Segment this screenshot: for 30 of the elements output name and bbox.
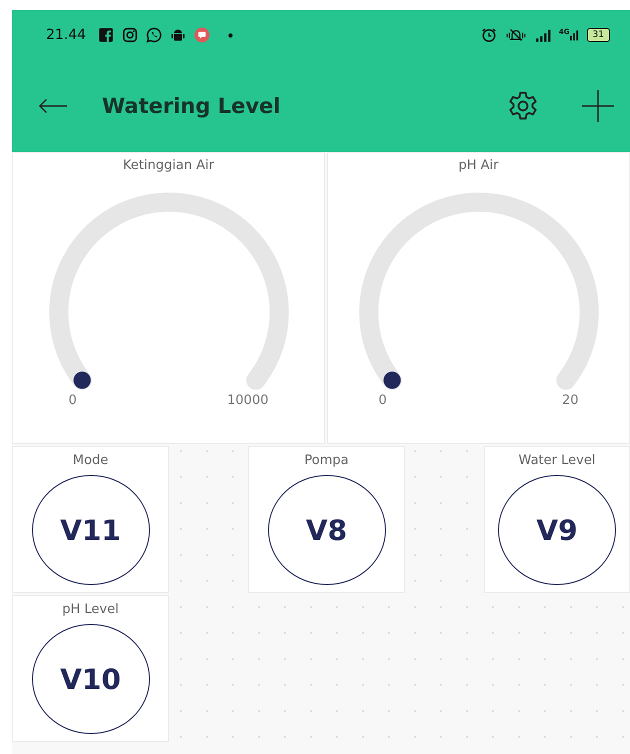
battery-indicator: 31 xyxy=(586,28,610,42)
widget-label: pH Level xyxy=(62,602,119,617)
add-icon[interactable] xyxy=(582,90,614,122)
alarm-icon xyxy=(480,27,497,43)
facebook-icon xyxy=(98,27,114,43)
back-arrow-icon[interactable] xyxy=(38,98,68,114)
widget-label: Pompa xyxy=(304,453,349,468)
message-icon xyxy=(194,27,210,43)
gauge-max: 10000 xyxy=(227,393,268,408)
dot-icon xyxy=(228,32,234,38)
page-title: Watering Level xyxy=(102,94,280,118)
gauge-min: 0 xyxy=(68,393,77,408)
gauge-indicator xyxy=(73,372,90,389)
android-icon xyxy=(170,27,186,43)
gauge-indicator xyxy=(383,372,400,389)
pin-display[interactable]: V10 xyxy=(32,624,150,734)
gauge-label: Ketinggian Air xyxy=(122,158,214,173)
pin-display[interactable]: V11 xyxy=(32,475,150,585)
widget-label: Mode xyxy=(72,453,108,468)
muted-bell-icon xyxy=(504,27,527,43)
pin-display[interactable]: V8 xyxy=(268,475,386,585)
gauge-max: 20 xyxy=(562,393,578,408)
gauge-label: pH Air xyxy=(458,158,498,173)
gauge-min: 0 xyxy=(378,393,387,408)
widget-label: Water Level xyxy=(518,453,596,468)
whatsapp-icon xyxy=(146,27,162,43)
status-time: 21.44 xyxy=(46,27,86,43)
instagram-icon xyxy=(122,27,138,43)
signal-icon xyxy=(534,27,551,43)
pin-display[interactable]: V9 xyxy=(498,475,616,585)
